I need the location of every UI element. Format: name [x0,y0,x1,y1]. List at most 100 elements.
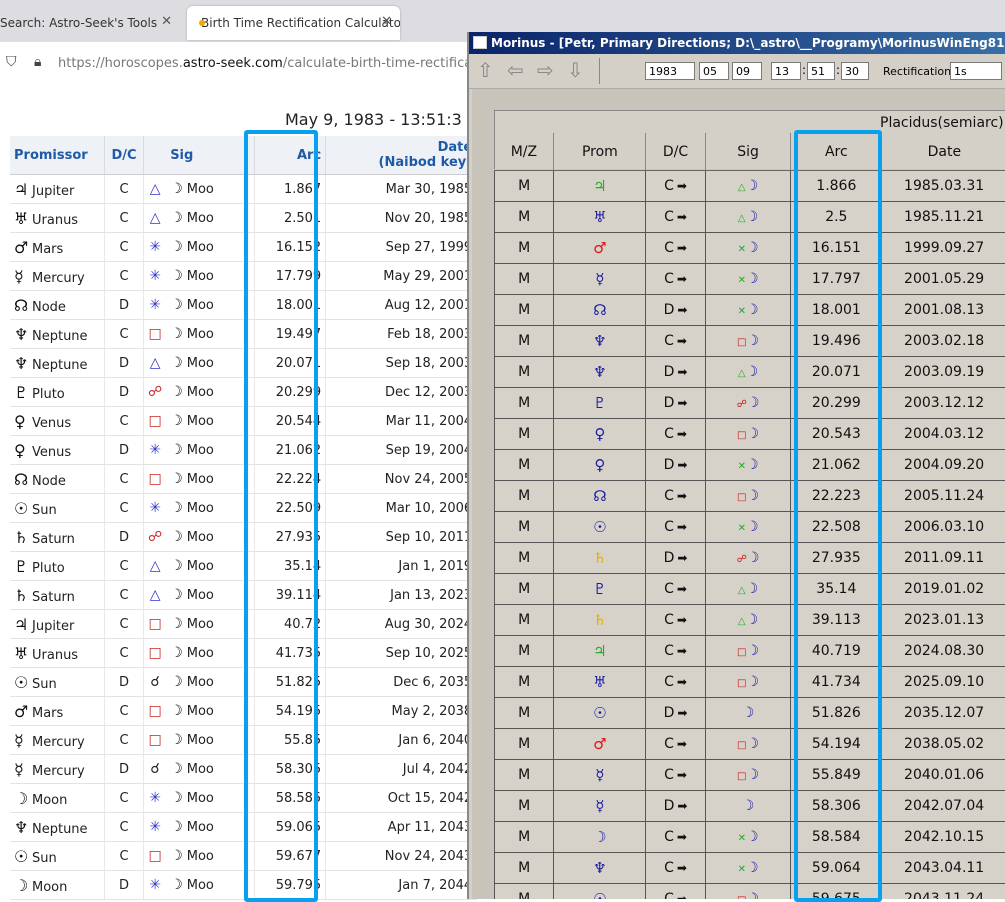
date-cell: Jan 6, 2040 [326,726,477,755]
sig-name: Moo [187,559,214,574]
planet-glyph-icon: ♇ [14,557,32,576]
planet-glyph-icon: ♆ [593,363,606,381]
promissor-cell: ♄Saturn [10,581,105,610]
prom-cell: ☿ [554,264,646,295]
header-sig[interactable]: Sig [166,136,255,175]
dc-cell: D➡ [646,791,705,822]
table-row: ☽MoonC✳☽Moo58.585Oct 15, 2042 [10,784,477,813]
arrow-down-icon[interactable]: ⇩ [567,58,584,82]
sig-name: Moo [187,414,214,429]
hour-input[interactable]: 13 [771,62,801,80]
tab-rectification[interactable]: Birth Time Rectification Calculator ✕ [187,6,400,40]
day-input[interactable]: 09 [732,62,762,80]
dc-cell: C➡ [646,419,705,450]
shield-icon[interactable]: ⛉ [6,54,17,70]
tab-label: Birth Time Rectification Calculator [201,16,400,30]
aspect-cell: △ [144,204,167,233]
sig-name: Moo [187,443,214,458]
month-input[interactable]: 05 [699,62,729,80]
table-row: ♆NeptuneC□☽Moo19.497Feb 18, 2003 [10,320,477,349]
promissor-cell: ♅Uranus [10,639,105,668]
dc-cell: D [105,668,144,697]
window-title-bar[interactable]: Morinus - [Petr, Primary Directions; D:\… [469,32,1005,54]
morinus-window: Morinus - [Petr, Primary Directions; D:\… [467,32,1005,899]
table-row: ☉SunC✳☽Moo22.509Mar 10, 2006 [10,494,477,523]
dc-cell: C [105,494,144,523]
aspect-icon: ☌ [150,674,159,690]
arc-cell: 41.735 [255,639,326,668]
planet-glyph-icon: ♃ [14,615,32,634]
table-row: ☿MercuryC□☽Moo55.85Jan 6, 2040 [10,726,477,755]
promissor-cell: ♆Neptune [10,320,105,349]
minute-input[interactable]: 51 [807,62,835,80]
aspect-icon: △ [150,210,161,226]
arrow-right-icon: ➡ [677,272,687,286]
planet-glyph-icon: ☽ [593,828,606,846]
dc-cell: C➡ [646,512,705,543]
promissor-name: Jupiter [32,619,74,634]
astro-seek-directions-table: Promissor D/C Sig Arc Date (Naibod key) … [10,136,477,900]
sig-name: Moo [187,646,214,661]
header-date[interactable]: Date (Naibod key) [326,136,477,175]
promissor-cell: ☉Sun [10,494,105,523]
aspect-cell: △ [144,349,167,378]
arrow-right-icon: ➡ [677,861,687,875]
sig-cell: ☽Moo [166,668,255,697]
arc-cell: 59.675 [791,884,882,900]
arrow-right-icon[interactable]: ⇨ [537,58,554,82]
promissor-name: Neptune [32,358,88,373]
url-field[interactable]: https://horoscopes.astro-seek.com/calcul… [58,56,515,71]
year-input[interactable]: 1983 [645,62,695,80]
aspect-icon: ☍ [737,554,747,565]
dc-cell: C➡ [646,171,705,202]
aspect-icon: ✕ [738,244,746,255]
moon-glyph-icon: ☽ [747,395,760,411]
table-row: ♅UranusC△☽Moo2.501Nov 20, 1985 [10,204,477,233]
promissor-cell: ☽Moon [10,871,105,900]
date-cell: Dec 6, 2035 [326,668,477,697]
prom-cell: ☽ [554,822,646,853]
arc-cell: 17.799 [255,262,326,291]
prom-cell: ☉ [554,884,646,900]
date-cell: Sep 19, 2004 [326,436,477,465]
planet-glyph-icon: ☊ [14,470,32,489]
planet-glyph-icon: ♆ [14,325,32,344]
moon-glyph-icon: ☽ [170,239,183,255]
aspect-icon: ☍ [148,529,162,545]
tab-search[interactable]: Search: Astro-Seek's Tools ✕ [0,6,182,40]
date-cell: 2005.11.24 [882,481,1005,512]
header-arc[interactable]: Arc [255,136,326,175]
moon-glyph-icon: ☽ [170,442,183,458]
mz-cell: M [495,667,554,698]
planet-glyph-icon: ♂ [593,735,606,753]
sig-cell: □☽ [705,729,791,760]
planet-glyph-icon: ♆ [593,859,606,877]
url-domain: astro-seek.com [183,56,283,71]
sig-cell: ☽Moo [166,465,255,494]
header-dc[interactable]: D/C [105,136,144,175]
close-icon[interactable]: ✕ [381,14,392,29]
date-cell: Apr 11, 2043 [326,813,477,842]
arrow-right-icon: ➡ [677,520,687,534]
sig-cell: △☽ [705,357,791,388]
rectification-select[interactable]: 1s [950,62,1002,80]
moon-glyph-icon: ☽ [747,767,760,783]
moon-glyph-icon: ☽ [747,488,760,504]
aspect-icon: ✳ [149,239,161,255]
planet-glyph-icon: ☿ [14,731,32,750]
header-promissor[interactable]: Promissor [10,136,105,175]
sig-name: Moo [187,820,214,835]
close-icon[interactable]: ✕ [161,14,172,29]
second-input[interactable]: 30 [841,62,869,80]
dc-value: C [664,178,674,194]
moon-glyph-icon: ☽ [170,732,183,748]
arc-cell: 19.497 [255,320,326,349]
aspect-icon: ✕ [738,306,746,317]
arrow-left-icon[interactable]: ⇦ [507,58,524,82]
arrow-up-icon[interactable]: ⇧ [477,58,494,82]
dc-cell: C [105,465,144,494]
prom-cell: ♆ [554,853,646,884]
lock-icon[interactable]: 🔒︎ [34,54,41,70]
arc-cell: 18.001 [791,295,882,326]
directions-panel: Placidus(semiarc) M/Z Prom D/C Sig Arc D… [472,89,1005,899]
